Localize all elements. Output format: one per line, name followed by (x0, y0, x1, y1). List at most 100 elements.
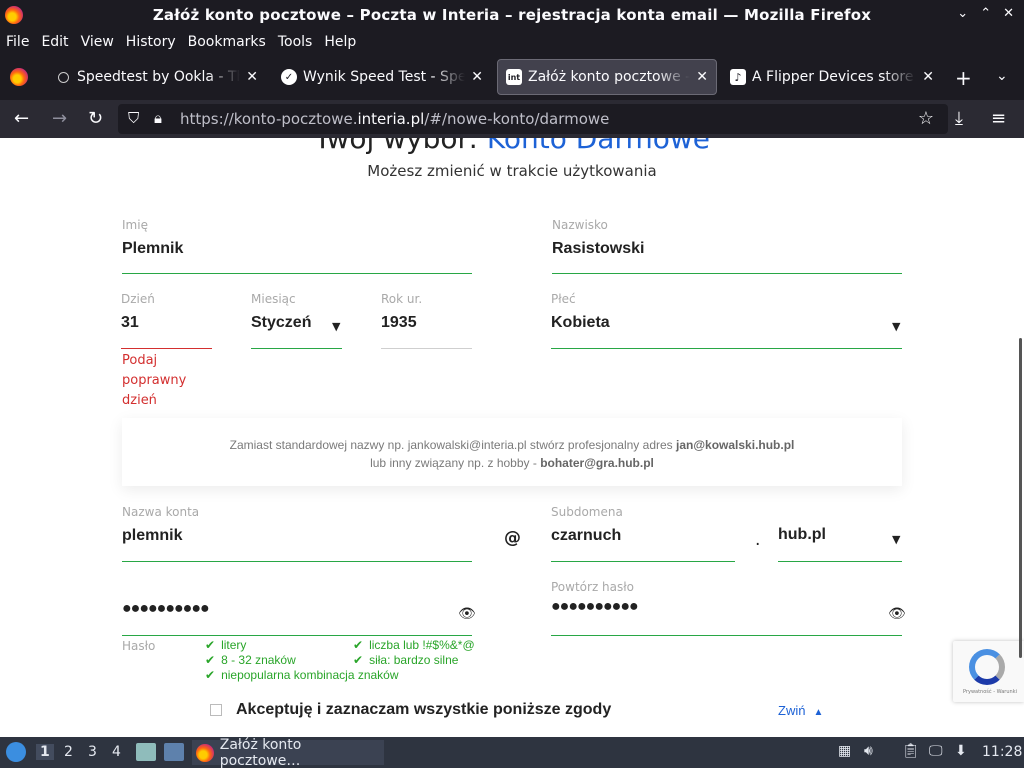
forward-icon[interactable]: → (52, 108, 67, 129)
speedtest-result-icon: ✓ (281, 69, 297, 85)
password-repeat-field[interactable]: Powtórz hasło ●●●●●●●●●● (551, 580, 902, 636)
birth-month-select[interactable]: Miesiąc Styczeń ▼ (251, 292, 342, 349)
volume-icon[interactable]: 🔊︎ (864, 743, 873, 759)
chevron-up-icon: ▲ (813, 707, 824, 718)
tab-interia[interactable]: int Załóż konto pocztowe – P ✕ (497, 59, 717, 95)
field-underline (551, 348, 902, 349)
consent-all-checkbox[interactable] (210, 704, 222, 716)
start-menu-icon[interactable] (6, 742, 26, 762)
workspace-3[interactable]: 3 (88, 744, 97, 760)
close-window-button[interactable]: ✕ (1003, 6, 1014, 21)
menu-view[interactable]: View (75, 34, 120, 50)
domain-select[interactable]: hub.pl ▼ (778, 505, 902, 562)
field-underline (551, 561, 735, 562)
first-name-label: Imię (122, 218, 148, 232)
address-bar[interactable]: ⛉ 🔒︎ https://konto-pocztowe.interia.pl/#… (118, 104, 948, 134)
bookmark-star-icon[interactable]: ☆ (918, 108, 934, 129)
subdomain-input[interactable]: czarnuch (551, 527, 735, 545)
close-tab-icon[interactable]: ✕ (922, 69, 934, 85)
reload-icon[interactable]: ↻ (88, 108, 103, 129)
birth-day-field[interactable]: Dzień 31 (121, 292, 212, 349)
tab-speedtest-result[interactable]: ✓ Wynik Speed Test - Speed ✕ (273, 59, 491, 95)
show-password-icon[interactable]: 👁︎ (458, 606, 476, 622)
tab-title: Załóż konto pocztowe – P (528, 69, 691, 85)
workspace-2[interactable]: 2 (64, 744, 73, 760)
field-underline (551, 635, 902, 636)
month-value[interactable]: Styczeń (251, 314, 342, 332)
birth-year-field[interactable]: Rok ur. 1935 (381, 292, 472, 349)
window-title: Załóż konto pocztowe – Poczta w Interia … (152, 5, 872, 24)
year-input[interactable]: 1935 (381, 314, 472, 332)
back-icon[interactable]: ← (14, 108, 29, 129)
dropdown-arrow-icon[interactable]: ▼ (892, 320, 900, 333)
file-manager-icon[interactable] (136, 743, 156, 761)
recaptcha-legal-links[interactable]: Prywatność - Warunki (963, 689, 1017, 695)
dropdown-arrow-icon[interactable]: ▼ (892, 533, 900, 546)
tab-flipper[interactable]: ♪ A Flipper Devices store o ✕ (722, 59, 942, 95)
checkmark-icon: ✔ (205, 668, 216, 682)
first-name-input[interactable]: Plemnik (122, 240, 472, 258)
gender-value[interactable]: Kobieta (551, 314, 902, 332)
close-tab-icon[interactable]: ✕ (471, 69, 483, 85)
show-password-repeat-icon[interactable]: 👁︎ (888, 606, 906, 622)
downloads-icon[interactable]: ⤓ (955, 108, 963, 129)
taskbar-firefox-task[interactable]: Załóż konto pocztowe… (192, 737, 384, 769)
password-hint: ✔ niepopularna kombinacja znaków (205, 668, 399, 682)
app-menu-icon[interactable]: ≡ (991, 108, 1006, 129)
recaptcha-badge[interactable]: Prywatność - Warunki (953, 641, 1024, 702)
password-repeat-input[interactable]: ●●●●●●●●●● (551, 598, 902, 616)
password-hint: ✔ litery (205, 638, 247, 652)
at-sign: @ (504, 528, 521, 548)
list-all-tabs-icon[interactable]: ⌄ (996, 68, 1008, 84)
menu-history[interactable]: History (120, 34, 182, 50)
field-underline (251, 348, 342, 349)
domain-value[interactable]: hub.pl (778, 526, 902, 544)
new-tab-button[interactable]: + (955, 66, 972, 90)
close-tab-icon[interactable]: ✕ (696, 69, 708, 85)
field-underline (778, 561, 902, 562)
last-name-input[interactable]: Rasistowski (552, 240, 902, 258)
menu-tools[interactable]: Tools (272, 34, 319, 50)
password-input[interactable]: ●●●●●●●●●● (122, 600, 472, 618)
account-name-field[interactable]: Nazwa konta plemnik (122, 505, 472, 562)
gender-select[interactable]: Płeć Kobieta ▼ (551, 292, 902, 349)
network-icon[interactable]: 🖵 (929, 743, 943, 759)
menu-file[interactable]: File (0, 34, 35, 50)
workspace-4[interactable]: 4 (112, 744, 121, 760)
consent-all-label[interactable]: Akceptuję i zaznaczam wszystkie poniższe… (236, 701, 611, 719)
password-field[interactable]: ●●●●●●●●●● (122, 580, 472, 636)
menu-help[interactable]: Help (318, 34, 362, 50)
lock-icon[interactable]: 🔒︎ (154, 109, 162, 127)
last-name-field[interactable]: Nazwisko Rasistowski (552, 218, 902, 274)
show-desktop-icon[interactable] (164, 743, 184, 761)
maximize-button[interactable]: ⌃ (980, 6, 991, 21)
consent-all-row[interactable]: Akceptuję i zaznaczam wszystkie poniższe… (210, 701, 611, 719)
updates-icon[interactable]: ⬇ (955, 743, 967, 759)
checkmark-icon: ✔ (353, 653, 364, 667)
year-label: Rok ur. (381, 292, 423, 306)
collapse-consents-link[interactable]: Zwiń ▲ (778, 703, 823, 718)
tray-input-icon[interactable]: ▦ (838, 743, 851, 759)
gender-label: Płeć (551, 292, 576, 306)
window-titlebar: Załóż konto pocztowe – Poczta w Interia … (0, 0, 1024, 29)
first-name-field[interactable]: Imię Plemnik (122, 218, 472, 274)
tracking-shield-icon[interactable]: ⛉ (128, 109, 139, 127)
subdomain-label: Subdomena (551, 505, 623, 519)
menu-bookmarks[interactable]: Bookmarks (182, 34, 272, 50)
workspace-1[interactable]: 1 (36, 744, 54, 760)
tab-speedtest[interactable]: Speedtest by Ookla - The ✕ (48, 59, 266, 95)
firefox-view-icon[interactable] (10, 68, 28, 86)
subdomain-field[interactable]: Subdomena czarnuch (551, 505, 735, 562)
dot-separator: . (755, 530, 761, 550)
field-underline (121, 348, 212, 349)
menu-edit[interactable]: Edit (35, 34, 74, 50)
day-input[interactable]: 31 (121, 314, 212, 332)
dropdown-arrow-icon[interactable]: ▼ (332, 320, 340, 333)
minimize-button[interactable]: ⌄ (957, 6, 968, 21)
password-hint: ✔ siła: bardzo silne (353, 653, 459, 667)
page-scrollbar[interactable] (1019, 338, 1022, 658)
account-name-input[interactable]: plemnik (122, 527, 472, 545)
url-text[interactable]: https://konto-pocztowe.interia.pl/#/nowe… (180, 110, 609, 128)
close-tab-icon[interactable]: ✕ (246, 69, 258, 85)
clipboard-icon[interactable]: 📋︎ (902, 743, 920, 759)
